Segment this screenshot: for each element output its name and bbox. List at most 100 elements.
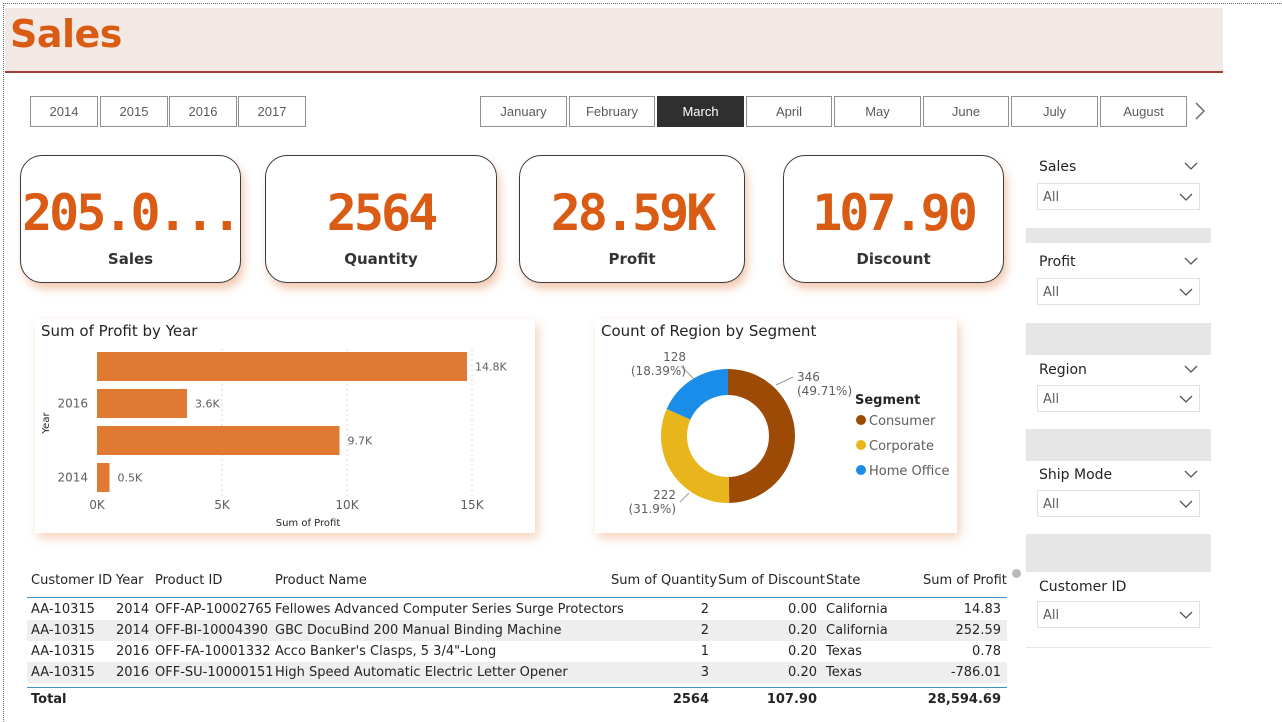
table-cell: 0.00	[788, 602, 817, 617]
month-slicer-april[interactable]: April	[746, 96, 832, 127]
chevron-down-icon[interactable]	[1184, 162, 1198, 171]
table-cell: 2014	[116, 623, 150, 638]
column-header[interactable]: Sum of Quantity	[611, 573, 717, 588]
bar-data-label: 14.8K	[475, 361, 507, 374]
legend-title: Segment	[855, 393, 920, 408]
filter-card-ship-mode[interactable]: Ship Mode All	[1026, 461, 1211, 533]
table-cell: 0.20	[788, 623, 817, 638]
y-axis-label: Year	[41, 412, 52, 435]
chevron-down-icon[interactable]	[1184, 470, 1198, 479]
filter-card-sales[interactable]: Sales All	[1026, 148, 1211, 226]
x-tick-label: 0K	[89, 498, 106, 512]
legend-item[interactable]: Consumer	[869, 414, 936, 429]
table-cell: -786.01	[950, 665, 1001, 680]
filter-value: All	[1043, 285, 1060, 300]
region-by-segment-chart[interactable]: Count of Region by Segment 346 (49.71%) 22…	[595, 319, 957, 533]
table-row[interactable]: AA-10315 2016 OFF-SU-10000151 High Speed Au…	[27, 662, 1007, 683]
filter-value: All	[1043, 190, 1060, 205]
filter-card-region[interactable]: Region All	[1026, 355, 1211, 433]
chevron-down-icon[interactable]	[1184, 257, 1198, 266]
year-slicer-2015[interactable]: 2015	[100, 96, 168, 127]
year-slicer-2016[interactable]: 2016	[169, 96, 237, 127]
filter-separator	[1026, 429, 1211, 461]
bar[interactable]	[97, 389, 187, 418]
table-cell: AA-10315	[31, 644, 95, 659]
month-slicer-may[interactable]: May	[834, 96, 921, 127]
filter-separator	[1026, 534, 1211, 572]
table-cell: Texas	[826, 665, 862, 680]
column-header[interactable]: Sum of Profit	[923, 573, 1007, 588]
filter-value: All	[1043, 392, 1060, 407]
filter-dropdown-customer-id[interactable]: All	[1037, 601, 1200, 628]
filter-separator	[1026, 323, 1211, 355]
month-slicer-february[interactable]: February	[569, 96, 655, 127]
table-cell: Fellowes Advanced Computer Series Surge …	[275, 602, 624, 617]
table-cell: Texas	[826, 644, 862, 659]
chevron-down-icon[interactable]	[1179, 500, 1193, 509]
filter-dropdown-region[interactable]: All	[1037, 385, 1200, 412]
bar[interactable]	[97, 426, 340, 455]
month-slicer-july[interactable]: July	[1011, 96, 1098, 127]
total-quantity: 2564	[672, 692, 709, 707]
column-header[interactable]: Customer ID	[31, 573, 112, 588]
table-row[interactable]: AA-10315 2014 OFF-AP-10002765 Fellowes Adva…	[27, 599, 1007, 620]
chevron-down-icon[interactable]	[1179, 611, 1193, 620]
bar[interactable]	[97, 352, 467, 381]
filter-dropdown-profit[interactable]: All	[1037, 278, 1200, 305]
filter-card-profit[interactable]: Profit All	[1026, 243, 1211, 321]
bar[interactable]	[97, 463, 110, 492]
chevron-down-icon[interactable]	[1179, 193, 1193, 202]
column-header[interactable]: Sum of Discount	[718, 573, 825, 588]
x-tick-label: 5K	[214, 498, 231, 512]
kpi-value: 2564	[326, 184, 438, 242]
scroll-handle[interactable]	[1012, 569, 1021, 578]
month-slicer-march[interactable]: March	[657, 96, 744, 127]
filter-name: Profit	[1039, 254, 1076, 270]
year-slicer-2017[interactable]: 2017	[238, 96, 306, 127]
filter-value: All	[1043, 608, 1060, 623]
donut-slice[interactable]	[728, 369, 795, 503]
total-profit: 28,594.69	[927, 692, 1001, 707]
table-cell: AA-10315	[31, 623, 95, 638]
filter-dropdown-sales[interactable]: All	[1037, 183, 1200, 210]
legend-item[interactable]: Corporate	[869, 439, 934, 454]
month-slicer-june[interactable]: June	[923, 96, 1009, 127]
month-slicer-august[interactable]: August	[1100, 96, 1187, 127]
filter-card-customer-id[interactable]: Customer ID All	[1026, 572, 1211, 648]
page-header: Sales	[5, 8, 1223, 73]
total-discount: 107.90	[766, 692, 817, 707]
table-total-row: Total 2564 107.90 28,594.69	[27, 689, 1007, 710]
column-header[interactable]: Product ID	[155, 573, 222, 588]
donut-chart-svg: 346(49.71%) 222(31.9%) 128(18.39%) Segment C…	[629, 350, 950, 516]
column-header[interactable]: State	[826, 573, 860, 588]
table-cell: Acco Banker's Clasps, 5 3/4"-Long	[275, 644, 497, 659]
chevron-down-icon[interactable]	[1179, 395, 1193, 404]
legend-item[interactable]: Home Office	[869, 464, 949, 479]
slice-percent-label: (18.39%)	[631, 364, 686, 378]
chevron-down-icon[interactable]	[1184, 365, 1198, 374]
chevron-down-icon[interactable]	[1179, 288, 1193, 297]
filter-name: Ship Mode	[1039, 467, 1113, 483]
slice-value-label: 346	[797, 370, 820, 384]
table-cell: California	[826, 623, 888, 638]
profit-by-year-chart[interactable]: Sum of Profit by Year 0K 5K 10K 15K Sum of P…	[35, 319, 535, 533]
table-cell: OFF-AP-10002765	[155, 602, 272, 617]
table-cell: 2014	[116, 602, 150, 617]
table-cell: AA-10315	[31, 665, 95, 680]
column-header[interactable]: Year	[116, 573, 144, 588]
table-cell: OFF-FA-10001332	[155, 644, 271, 659]
x-tick-label: 10K	[335, 498, 359, 512]
table-cell: 2	[700, 602, 709, 617]
chevron-right-icon[interactable]	[1192, 100, 1208, 122]
table-row[interactable]: AA-10315 2016 OFF-FA-10001332 Acco Banker's…	[27, 641, 1007, 662]
legend-marker	[856, 465, 866, 475]
table-cell: California	[826, 602, 888, 617]
year-slicer-2014[interactable]: 2014	[30, 96, 98, 127]
kpi-card-discount: 107.90 Discount	[783, 155, 1004, 283]
table-row[interactable]: AA-10315 2014 OFF-BI-10004390 GBC DocuBind …	[27, 620, 1007, 641]
column-header[interactable]: Product Name	[275, 573, 367, 588]
month-slicer-january[interactable]: January	[480, 96, 567, 127]
filter-dropdown-ship-mode[interactable]: All	[1037, 490, 1200, 517]
filter-name: Sales	[1039, 159, 1077, 175]
x-tick-label: 15K	[460, 498, 484, 512]
